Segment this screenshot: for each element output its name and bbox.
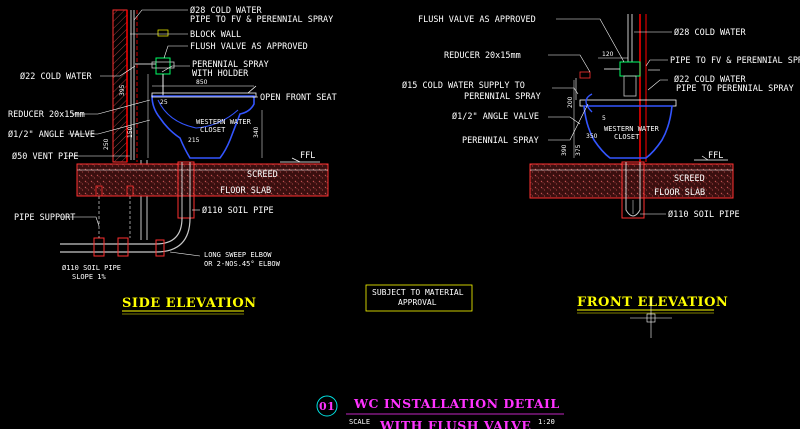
label-long-sweep-1: LONG SWEEP ELBOW (204, 251, 272, 259)
closet-front-1: WESTERN WATER (604, 125, 660, 133)
label-soil-pipe-side: Ø110 SOIL PIPE (202, 205, 274, 216)
flush-valve-front (619, 61, 641, 77)
dim-215: 215 (188, 137, 200, 144)
label-with-holder: WITH HOLDER (192, 69, 249, 79)
label-angle-valve-front: Ø1/2" ANGLE VALVE (452, 111, 539, 122)
label-cold-water-22-side: Ø22 COLD WATER (20, 71, 93, 82)
dim-200: 200 (567, 96, 574, 108)
label-cold-water-28-front: Ø28 COLD WATER (674, 27, 747, 38)
label-pipe-to-fv: PIPE TO FV & PERENNIAL SPRAY (190, 15, 333, 25)
screed-label-front: SCREED (674, 174, 705, 184)
dim-250: 250 (103, 138, 110, 150)
ffl-label-side: FFL (300, 151, 315, 161)
dim-375: 375 (575, 144, 582, 156)
cad-drawing: WESTERN WATER CLOSET 850 395 340 215 150… (8, 5, 800, 429)
label-perennial-spray-front: PERENNIAL SPRAY (462, 136, 539, 146)
closet-label-1: WESTERN WATER (196, 118, 252, 126)
title-block: 01 WC INSTALLATION DETAIL SCALE WITH FLU… (316, 395, 564, 429)
dim-120: 120 (602, 51, 614, 58)
label-cold-supply-1: Ø15 COLD WATER SUPPLY TO (402, 80, 525, 91)
label-vent-pipe: Ø50 VENT PIPE (12, 151, 79, 162)
detail-title-line-1: WC INSTALLATION DETAIL (353, 396, 560, 411)
floor-slab-label-front: FLOOR SLAB (654, 188, 705, 198)
label-reducer-front: REDUCER 20x15mm (444, 51, 521, 61)
floor-slab-side (76, 163, 329, 197)
closet-front-2: CLOSET (614, 133, 640, 141)
label-pipe-support: PIPE SUPPORT (14, 213, 75, 223)
detail-number: 01 (319, 400, 335, 413)
label-reducer-side: REDUCER 20x15mm (8, 110, 85, 120)
long-sweep-elbow (155, 217, 191, 253)
note-line-2: APPROVAL (398, 298, 437, 307)
dim-395: 395 (119, 84, 126, 96)
scale-label: SCALE (349, 418, 370, 426)
dim-150: 150 (127, 126, 134, 138)
scale-value: 1:20 (538, 418, 555, 426)
label-soil-pipe-bottom: Ø110 SOIL PIPE (62, 264, 121, 272)
label-angle-valve-side: Ø1/2" ANGLE VALVE (8, 129, 95, 140)
dim-25: 25 (160, 99, 168, 106)
label-cold-supply-2: PERENNIAL SPRAY (464, 92, 541, 102)
label-slope: SLOPE 1% (72, 273, 107, 281)
label-cold-water-22-front-2: PIPE TO PERENNIAL SPRAY (676, 84, 794, 94)
screed-label-side: SCREED (247, 170, 278, 180)
label-soil-pipe-front: Ø110 SOIL PIPE (668, 209, 740, 220)
label-long-sweep-2: OR 2-NOS.45° ELBOW (204, 260, 281, 268)
dim-340: 340 (253, 126, 260, 138)
note-line-1: SUBJECT TO MATERIAL (372, 288, 464, 297)
side-elevation: WESTERN WATER CLOSET 850 395 340 215 150… (8, 5, 337, 315)
dim-5: 5 (602, 115, 606, 122)
floor-slab-label-side: FLOOR SLAB (220, 186, 271, 196)
ffl-label-front: FFL (708, 151, 723, 161)
label-open-front-seat: OPEN FRONT SEAT (260, 93, 337, 103)
detail-title-line-2: WITH FLUSH VALVE (379, 418, 531, 429)
label-flush-valve-side: FLUSH VALVE AS APPROVED (190, 42, 308, 52)
front-elevation-title: FRONT ELEVATION (577, 295, 728, 310)
dim-850: 850 (196, 79, 208, 86)
closet-label-2: CLOSET (200, 126, 226, 134)
label-pipe-to-fv-front: PIPE TO FV & PERENNIAL SPRAY (670, 56, 800, 66)
label-flush-valve-front: FLUSH VALVE AS APPROVED (418, 15, 536, 25)
dim-350: 350 (586, 133, 598, 140)
dim-390: 390 (561, 144, 568, 156)
material-note: SUBJECT TO MATERIAL APPROVAL (365, 284, 473, 312)
side-elevation-title: SIDE ELEVATION (122, 296, 257, 311)
label-block-wall: BLOCK WALL (190, 30, 241, 40)
